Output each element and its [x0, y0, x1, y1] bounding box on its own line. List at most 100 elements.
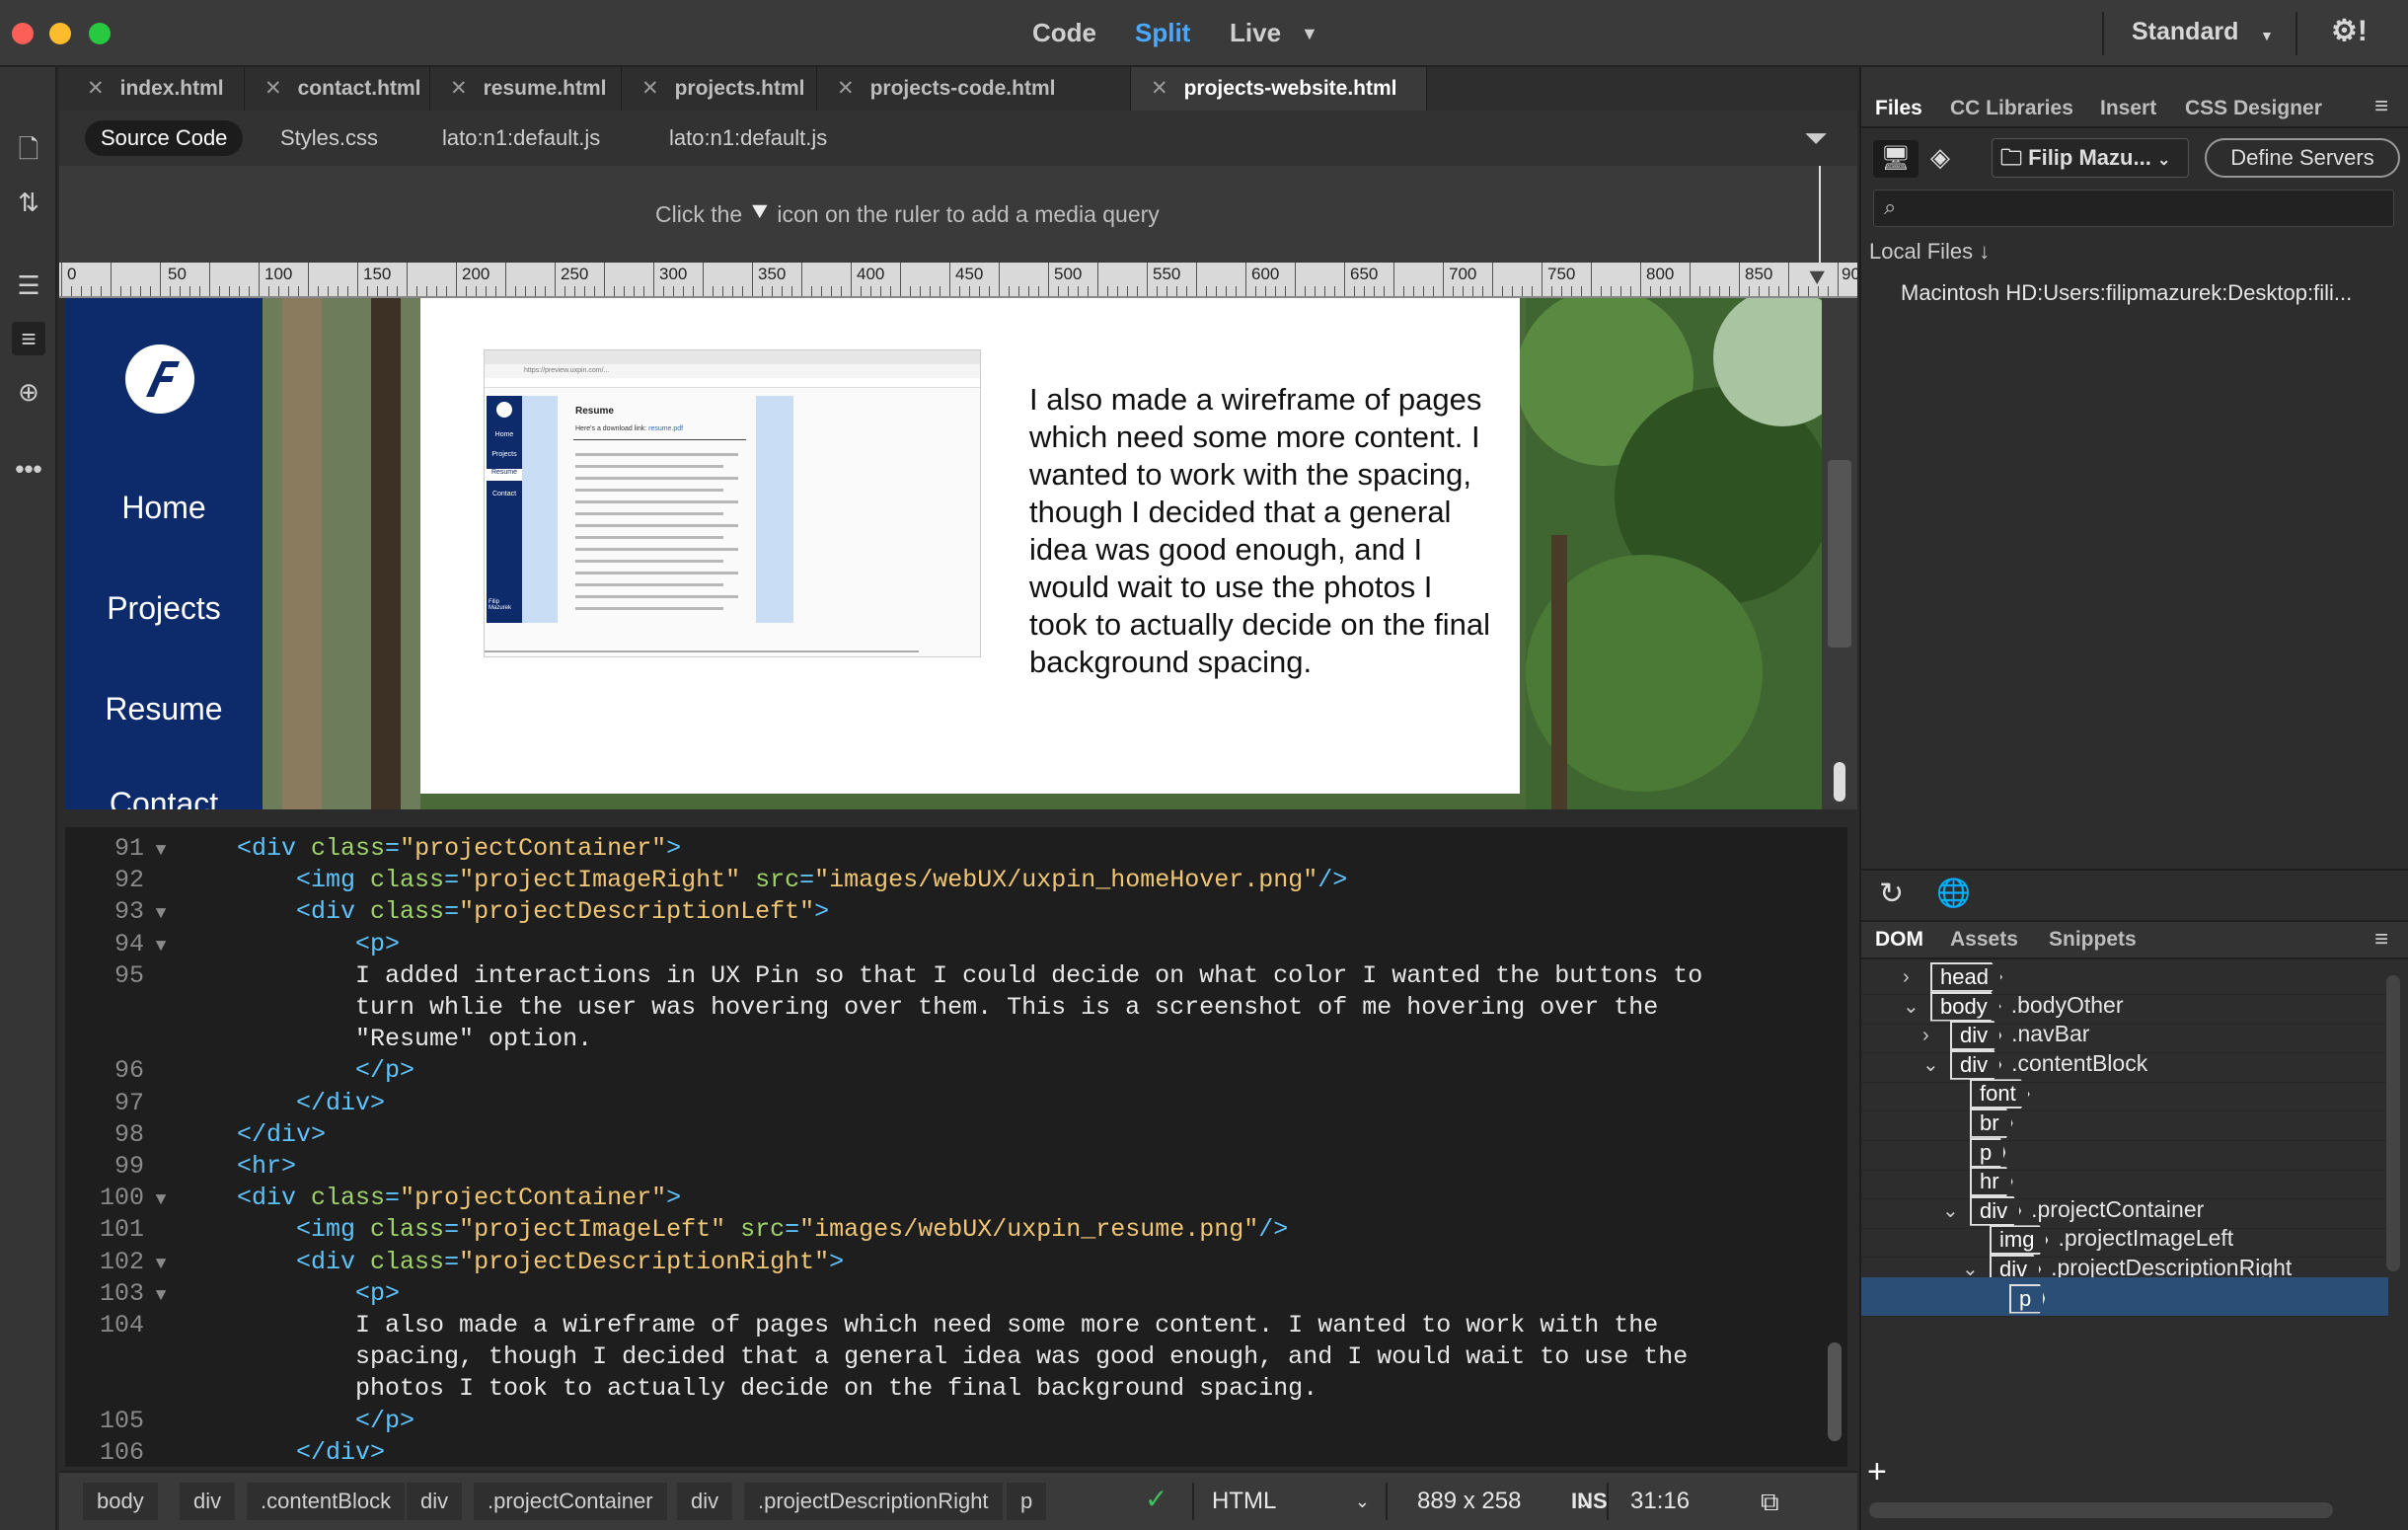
file-management-icon[interactable]: ⇅: [12, 186, 45, 219]
panel-menu-icon[interactable]: ≡: [2374, 93, 2388, 120]
git-icon[interactable]: ◈: [1930, 142, 1950, 173]
fold-arrow-icon[interactable]: ▼: [144, 835, 178, 867]
fold-arrow-icon[interactable]: ▼: [144, 1185, 178, 1216]
close-tab-icon[interactable]: ✕: [1151, 77, 1168, 100]
tag-selector-div-3[interactable]: div: [677, 1483, 733, 1520]
site-nav-home[interactable]: Home: [65, 490, 263, 526]
local-files-header[interactable]: Local Files ↓: [1869, 239, 1990, 265]
more-tools-icon[interactable]: •••: [12, 452, 45, 486]
tab-dom[interactable]: DOM: [1875, 928, 1923, 952]
code-line[interactable]: turn whlie the user was hovering over th…: [65, 992, 1847, 1024]
live-mode-button[interactable]: Live: [1230, 18, 1281, 48]
globe-icon[interactable]: 🌐: [1936, 877, 1971, 909]
mq-handle-icon[interactable]: ⯆: [1806, 265, 1828, 294]
code-line[interactable]: 104 I also made a wireframe of pages whi…: [65, 1310, 1847, 1341]
code-line[interactable]: 91 ▼ <div class="projectContainer">: [65, 833, 1847, 865]
tab-files[interactable]: Files: [1875, 97, 1922, 120]
tag-selector-contentblock[interactable]: .contentBlock: [247, 1483, 406, 1520]
tab-index[interactable]: ✕ index.html: [67, 67, 245, 111]
tab-projects-code[interactable]: ✕ projects-code.html: [817, 67, 1131, 111]
close-window-button[interactable]: [12, 23, 34, 44]
tag-selector-p[interactable]: p: [1007, 1483, 1047, 1520]
fold-arrow-icon[interactable]: ▼: [144, 931, 178, 962]
format-source-icon[interactable]: ≡: [12, 322, 45, 355]
split-mode-button[interactable]: Split: [1135, 18, 1190, 48]
dom-horizontal-scrollbar[interactable]: [1869, 1502, 2333, 1518]
site-nav-contact[interactable]: Contact: [65, 786, 263, 809]
tag-selector-body[interactable]: body: [83, 1483, 158, 1520]
close-tab-icon[interactable]: ✕: [450, 77, 468, 100]
code-line[interactable]: 95 I added interactions in UX Pin so tha…: [65, 960, 1847, 992]
tag-selector-div[interactable]: div: [180, 1483, 236, 1520]
close-tab-icon[interactable]: ✕: [264, 77, 282, 100]
tag-selector-projectcontainer[interactable]: .projectContainer: [474, 1483, 667, 1520]
live-code-icon[interactable]: ☰: [12, 268, 45, 302]
code-line[interactable]: spacing, though I decided that a general…: [65, 1341, 1847, 1373]
code-line[interactable]: 106 </div>: [65, 1437, 1847, 1469]
panel-menu-icon[interactable]: ≡: [2374, 926, 2388, 954]
site-select[interactable]: 🗀 Filip Mazu... ⌄: [1992, 138, 2189, 178]
tab-cc-libraries[interactable]: CC Libraries: [1950, 97, 2073, 120]
file-path-row[interactable]: Macintosh HD:Users:filipmazurek:Desktop:…: [1901, 280, 2404, 306]
add-element-icon[interactable]: +: [1867, 1453, 1887, 1492]
live-dropdown-icon[interactable]: ▼: [1301, 24, 1318, 44]
dom-scrollbar[interactable]: [2386, 975, 2400, 1271]
code-line[interactable]: 100 ▼ <div class="projectContainer">: [65, 1183, 1847, 1214]
tab-projects-website[interactable]: ✕ projects-website.html: [1131, 67, 1427, 111]
fold-arrow-icon[interactable]: ▼: [144, 1249, 178, 1280]
code-line[interactable]: "Resume" option.: [65, 1024, 1847, 1055]
site-nav-projects[interactable]: Projects: [65, 590, 263, 627]
code-line[interactable]: photos I took to actually decide on the …: [65, 1373, 1847, 1405]
tab-resume[interactable]: ✕ resume.html: [430, 67, 622, 111]
define-servers-button[interactable]: Define Servers: [2205, 138, 2400, 178]
refresh-icon[interactable]: ↻: [1879, 877, 1904, 911]
document-type-select[interactable]: HTML ⌄: [1192, 1483, 1388, 1520]
gear-icon[interactable]: ⚙!: [2331, 14, 2368, 48]
site-icon[interactable]: 🖥: [1873, 140, 1919, 178]
dom-tree-row[interactable]: p: [1861, 1276, 2388, 1317]
maximize-window-button[interactable]: [89, 23, 111, 44]
tag-selector-projectdescriptionright[interactable]: .projectDescriptionRight: [744, 1483, 1003, 1520]
tag-selector-div-2[interactable]: div: [407, 1483, 463, 1520]
ruler[interactable]: 0 50 100 150 200 250 300 350 400 450 500…: [59, 263, 1860, 298]
fold-arrow-icon[interactable]: ▼: [144, 898, 178, 930]
fold-arrow-icon[interactable]: ▼: [144, 1280, 178, 1312]
code-line[interactable]: 99 <hr>: [65, 1151, 1847, 1183]
tab-snippets[interactable]: Snippets: [2049, 928, 2137, 952]
related-lato-js-2[interactable]: lato:n1:default.js: [653, 120, 843, 156]
tab-insert[interactable]: Insert: [2100, 97, 2156, 120]
workspace-switcher[interactable]: Standard: [2132, 18, 2238, 46]
preview-in-browser-icon[interactable]: ⧉: [1761, 1483, 1779, 1520]
code-editor[interactable]: 91 ▼ <div class="projectContainer"> 92 <im…: [65, 827, 1847, 1467]
inspect-icon[interactable]: ⊕: [12, 375, 45, 409]
filter-icon[interactable]: ⏷: [1804, 122, 1828, 156]
close-tab-icon[interactable]: ✕: [87, 77, 105, 100]
code-line[interactable]: 93 ▼ <div class="projectDescriptionLeft">: [65, 896, 1847, 928]
code-line[interactable]: 98 </div>: [65, 1119, 1847, 1151]
open-documents-icon[interactable]: 🗋: [12, 132, 45, 166]
site-nav-resume[interactable]: Resume: [65, 691, 263, 727]
tab-contact[interactable]: ✕ contact.html: [245, 67, 430, 111]
workspace-dropdown-icon[interactable]: ▼: [2260, 28, 2274, 43]
code-line[interactable]: 103 ▼ <p>: [65, 1278, 1847, 1310]
minimize-window-button[interactable]: [49, 23, 71, 44]
code-mode-button[interactable]: Code: [1032, 18, 1096, 48]
tab-assets[interactable]: Assets: [1950, 928, 2018, 952]
live-view-scrollbar[interactable]: [1822, 298, 1857, 809]
code-line[interactable]: 94 ▼ <p>: [65, 929, 1847, 960]
code-line[interactable]: 105 </p>: [65, 1406, 1847, 1437]
files-search-input[interactable]: ⌕: [1873, 190, 2394, 227]
related-source-code[interactable]: Source Code: [85, 120, 244, 156]
code-line[interactable]: 101 <img class="projectImageLeft" src="i…: [65, 1214, 1847, 1246]
code-line[interactable]: 92 <img class="projectImageRight" src="i…: [65, 865, 1847, 896]
tab-projects[interactable]: ✕ projects.html: [622, 67, 817, 111]
code-scrollbar-thumb[interactable]: [1828, 1342, 1842, 1441]
code-line[interactable]: 97 </div>: [65, 1088, 1847, 1119]
related-lato-js[interactable]: lato:n1:default.js: [426, 120, 616, 156]
close-tab-icon[interactable]: ✕: [641, 77, 659, 100]
close-tab-icon[interactable]: ✕: [837, 77, 855, 100]
tab-css-designer[interactable]: CSS Designer: [2185, 97, 2322, 120]
code-line[interactable]: 102 ▼ <div class="projectDescriptionRight…: [65, 1247, 1847, 1278]
related-styles-css[interactable]: Styles.css: [264, 120, 394, 156]
code-line[interactable]: 96 </p>: [65, 1055, 1847, 1087]
